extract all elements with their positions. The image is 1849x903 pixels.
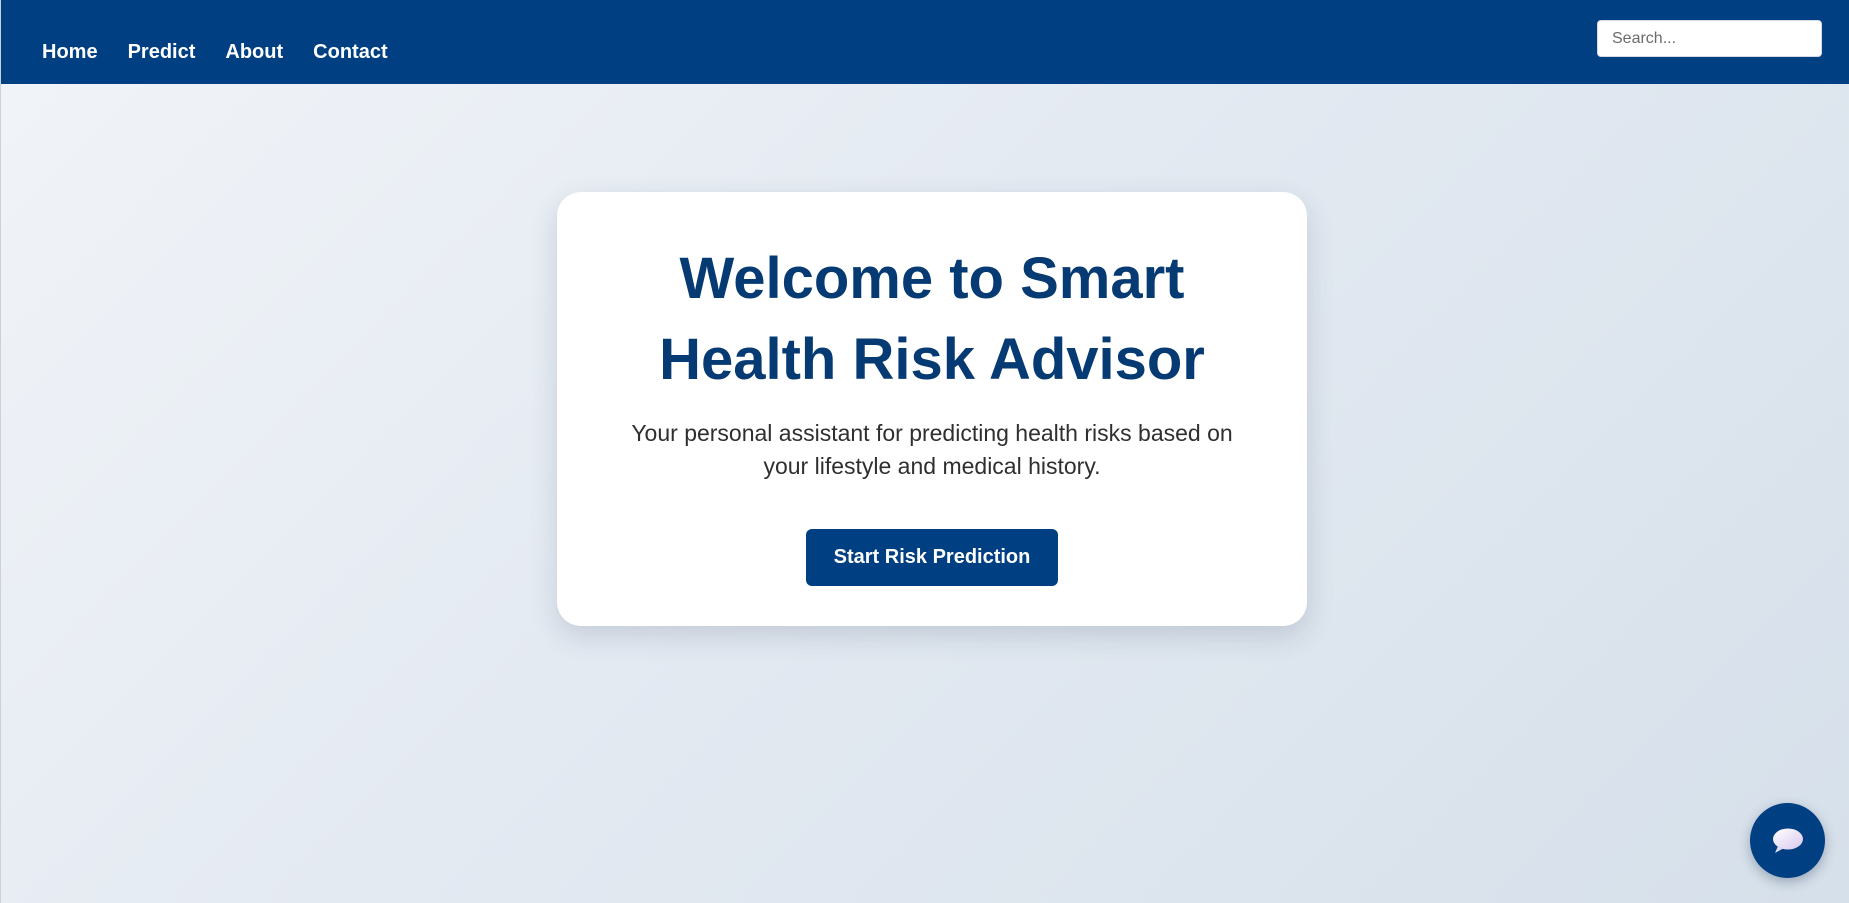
- top-navbar: Home Predict About Contact: [1, 0, 1849, 84]
- page-subtitle: Your personal assistant for predicting h…: [631, 420, 1233, 479]
- nav-item-predict[interactable]: Predict: [128, 38, 196, 66]
- page-title: Welcome to Smart Health Risk Advisor: [659, 246, 1205, 392]
- chat-button[interactable]: [1750, 803, 1825, 878]
- nav-item-contact[interactable]: Contact: [313, 38, 387, 66]
- search-input[interactable]: [1597, 20, 1822, 57]
- start-risk-prediction-button[interactable]: Start Risk Prediction: [806, 529, 1058, 586]
- chat-bubble-icon: [1772, 828, 1803, 853]
- nav-item-about[interactable]: About: [225, 38, 283, 66]
- nav-links: Home Predict About Contact: [42, 38, 388, 66]
- nav-item-home[interactable]: Home: [42, 38, 98, 66]
- welcome-card: Welcome to Smart Health Risk Advisor You…: [557, 192, 1307, 626]
